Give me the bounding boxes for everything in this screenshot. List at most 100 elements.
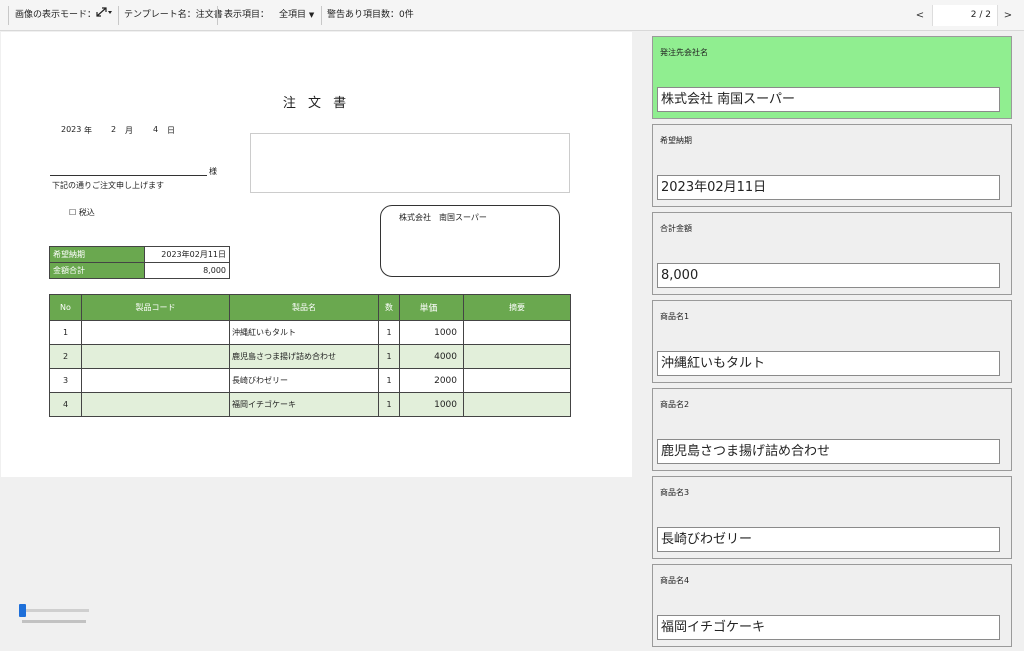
row-qty: 1 [378, 392, 400, 417]
header-price: 単価 [399, 294, 464, 321]
header-name: 製品名 [229, 294, 379, 321]
document-title: 注 文 書 [282, 96, 351, 111]
summary-row: 希望納期 2023年02月11日 [49, 246, 230, 263]
toolbar-separator [118, 6, 119, 25]
items-table: No 製品コード 製品名 数 単価 摘要 1 沖縄紅いもタルト 1 1000 2… [49, 294, 571, 417]
items-header-row: No 製品コード 製品名 数 単価 摘要 [49, 294, 571, 321]
field-label: 商品名3 [660, 488, 690, 497]
toolbar-separator [217, 6, 218, 25]
field-input[interactable]: 福岡イチゴケーキ [657, 615, 1000, 640]
field-product-1[interactable]: 商品名1 沖縄紅いもタルト [652, 300, 1012, 383]
row-memo [463, 392, 571, 417]
display-mode-label: 画像の表示モード： [15, 10, 97, 20]
next-page-button[interactable]: > [1000, 6, 1016, 25]
row-name: 沖縄紅いもタルト [229, 320, 379, 345]
row-no: 4 [49, 392, 82, 417]
summary-row: 金額合計 8,000 [49, 262, 230, 279]
row-code [81, 320, 230, 345]
field-input[interactable]: 2023年02月11日 [657, 175, 1000, 200]
field-input[interactable]: 鹿児島さつま揚げ詰め合わせ [657, 439, 1000, 464]
row-no: 2 [49, 344, 82, 369]
row-price: 1000 [399, 392, 464, 417]
table-row: 1 沖縄紅いもタルト 1 1000 [49, 320, 571, 345]
header-qty: 数 [378, 294, 400, 321]
row-price: 1000 [399, 320, 464, 345]
toolbar-separator [321, 6, 322, 25]
summary-table: 希望納期 2023年02月11日 金額合計 8,000 [49, 246, 230, 279]
row-code [81, 344, 230, 369]
resize-arrows-icon [96, 7, 112, 17]
document-preview[interactable]: 注 文 書 2023 年 2 月 4 日 様 下記の通りご注文申し上げます ☐ … [1, 32, 632, 477]
intro-text: 下記の通りご注文申し上げます [52, 181, 164, 190]
field-label: 合計金額 [660, 224, 692, 233]
warning-count: 警告あり項目数：0件 [327, 10, 414, 20]
field-supplier-name[interactable]: 発注先会社名 株式会社 南国スーパー [652, 36, 1012, 119]
row-no: 1 [49, 320, 82, 345]
toolbar-separator [8, 6, 9, 25]
prev-page-button[interactable]: < [910, 6, 930, 25]
fields-panel: 発注先会社名 株式会社 南国スーパー 希望納期 2023年02月11日 合計金額… [646, 32, 1024, 651]
display-items-dropdown[interactable]: 全項目 ▼ [279, 9, 314, 22]
toolbar: 画像の表示モード： テンプレート名：注文書 表示項目： 全項目 ▼ 警告あり項目… [0, 0, 1024, 31]
summary-key: 金額合計 [49, 262, 145, 279]
row-name: 福岡イチゴケーキ [229, 392, 379, 417]
page-indicator[interactable]: 2 / 2 [932, 5, 998, 26]
field-label: 商品名4 [660, 576, 690, 585]
row-memo [463, 368, 571, 393]
field-label: 希望納期 [660, 136, 692, 145]
tax-included-checkbox: ☐ 税込 [69, 208, 95, 217]
recipient-address-box [250, 133, 570, 193]
row-qty: 1 [378, 344, 400, 369]
field-label: 発注先会社名 [660, 48, 708, 57]
field-delivery-date[interactable]: 希望納期 2023年02月11日 [652, 124, 1012, 207]
header-no: No [49, 294, 82, 321]
display-items-label: 表示項目： [224, 10, 270, 20]
honorific: 様 [209, 167, 217, 176]
date-year: 2023 [61, 125, 82, 134]
row-qty: 1 [378, 368, 400, 393]
summary-value: 8,000 [144, 262, 230, 279]
date-month-unit: 月 [125, 126, 133, 135]
field-input[interactable]: 8,000 [657, 263, 1000, 288]
template-name: テンプレート名：注文書 [124, 10, 223, 20]
field-product-2[interactable]: 商品名2 鹿児島さつま揚げ詰め合わせ [652, 388, 1012, 471]
row-name: 長崎びわゼリー [229, 368, 379, 393]
table-row: 4 福岡イチゴケーキ 1 1000 [49, 392, 571, 417]
date-day-unit: 日 [167, 126, 175, 135]
table-row: 2 鹿児島さつま揚げ詰め合わせ 1 4000 [49, 344, 571, 369]
date-day: 4 [153, 125, 159, 134]
table-row: 3 長崎びわゼリー 1 2000 [49, 368, 571, 393]
field-label: 商品名1 [660, 312, 690, 321]
row-price: 2000 [399, 368, 464, 393]
summary-key: 希望納期 [49, 246, 145, 263]
row-name: 鹿児島さつま揚げ詰め合わせ [229, 344, 379, 369]
row-memo [463, 320, 571, 345]
zoom-slider-base [22, 620, 86, 623]
row-memo [463, 344, 571, 369]
field-total-amount[interactable]: 合計金額 8,000 [652, 212, 1012, 295]
row-code [81, 392, 230, 417]
row-code [81, 368, 230, 393]
chevron-down-icon: ▼ [308, 11, 315, 19]
field-input[interactable]: 長崎びわゼリー [657, 527, 1000, 552]
row-qty: 1 [378, 320, 400, 345]
supplier-name: 株式会社 南国スーパー [399, 213, 487, 222]
summary-value: 2023年02月11日 [144, 246, 230, 263]
zoom-slider-track[interactable] [22, 609, 89, 612]
supplier-box: 株式会社 南国スーパー [380, 205, 560, 277]
date-month: 2 [111, 125, 117, 134]
display-items-value: 全項目 [279, 10, 307, 20]
field-label: 商品名2 [660, 400, 690, 409]
row-no: 3 [49, 368, 82, 393]
recipient-line [50, 175, 207, 176]
row-price: 4000 [399, 344, 464, 369]
field-product-4[interactable]: 商品名4 福岡イチゴケーキ [652, 564, 1012, 647]
field-input[interactable]: 株式会社 南国スーパー [657, 87, 1000, 112]
display-mode-dropdown[interactable] [93, 6, 115, 25]
field-input[interactable]: 沖縄紅いもタルト [657, 351, 1000, 376]
field-product-3[interactable]: 商品名3 長崎びわゼリー [652, 476, 1012, 559]
header-memo: 摘要 [463, 294, 571, 321]
header-code: 製品コード [81, 294, 230, 321]
zoom-slider-thumb[interactable] [19, 604, 26, 617]
date-year-unit: 年 [84, 126, 92, 135]
